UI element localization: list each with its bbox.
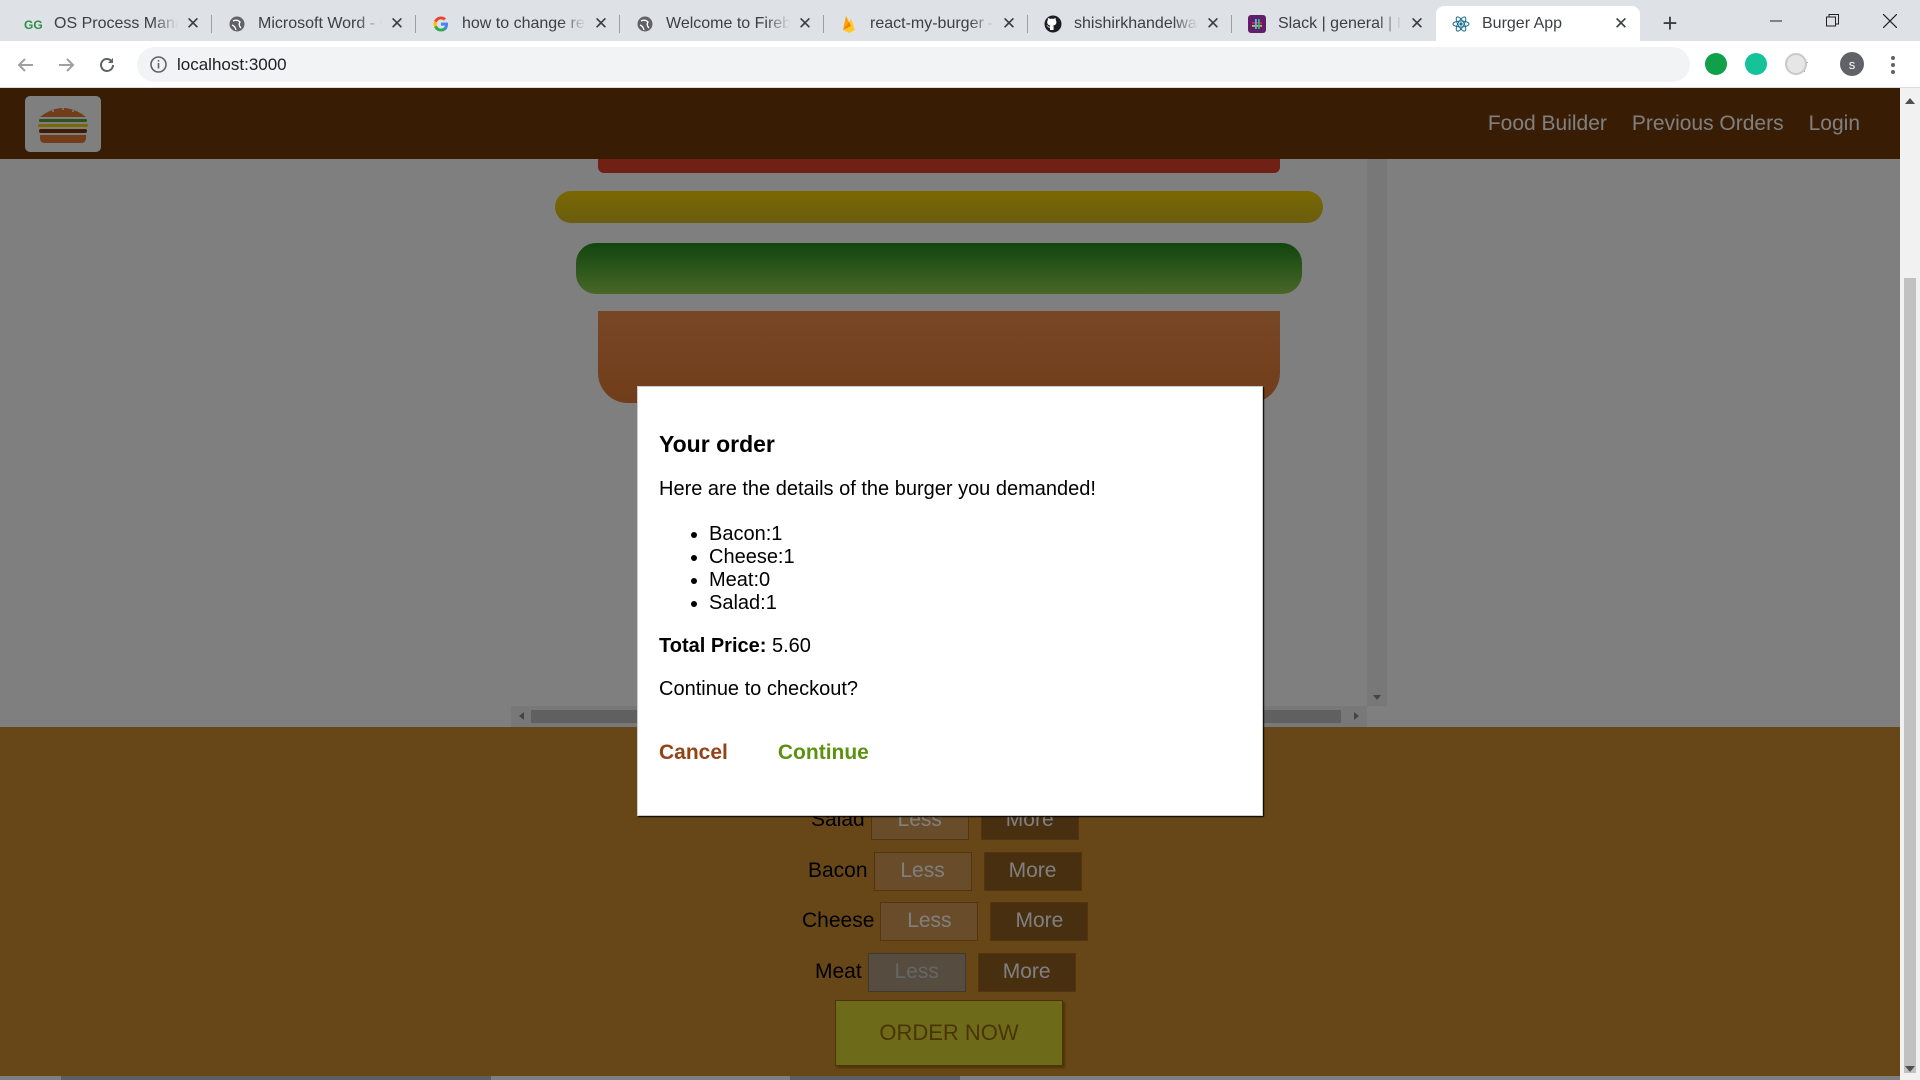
modal-actions: Cancel Continue xyxy=(659,741,1241,765)
forward-arrow-icon xyxy=(59,58,75,72)
react-icon xyxy=(1452,15,1470,33)
browser-menu-icon[interactable] xyxy=(1886,51,1900,79)
modal-intro: Here are the details of the burger you d… xyxy=(659,478,1096,500)
svg-text:GG: GG xyxy=(24,18,42,30)
tab-title: Microsoft Word - C xyxy=(258,14,382,32)
back-button[interactable] xyxy=(12,51,40,79)
browser-tab[interactable]: Welcome to Fireba ✕ xyxy=(620,6,824,41)
browser-tab[interactable]: Microsoft Word - C ✕ xyxy=(212,6,416,41)
total-price-value: 5.60 xyxy=(772,635,811,657)
cancel-button[interactable]: Cancel xyxy=(659,741,728,765)
tab-title: Slack | general | Int xyxy=(1278,14,1402,32)
browser-tab[interactable]: Slack | general | Int ✕ xyxy=(1232,6,1436,41)
info-icon[interactable] xyxy=(149,55,168,74)
browser-tab[interactable]: react-my-burger – ✕ xyxy=(824,6,1028,41)
url-text: localhost:3000 xyxy=(177,55,287,74)
close-tab-icon[interactable]: ✕ xyxy=(1204,14,1222,33)
globe-icon xyxy=(636,15,654,33)
close-tab-icon[interactable]: ✕ xyxy=(1612,14,1630,33)
tab-title: Burger App xyxy=(1482,14,1563,32)
checkout-question: Continue to checkout? xyxy=(659,678,859,700)
minimize-icon xyxy=(1770,20,1782,21)
restore-button[interactable] xyxy=(1804,0,1860,41)
back-arrow-icon xyxy=(17,58,33,72)
restore-icon xyxy=(1825,14,1839,27)
close-tab-icon[interactable]: ✕ xyxy=(1408,14,1426,33)
close-icon xyxy=(1883,13,1897,28)
browser-tab-active[interactable]: Burger App ✕ xyxy=(1436,6,1640,41)
browser-toolbar: localhost:3000 ☆ s xyxy=(0,41,1920,88)
total-price: Total Price: 5.60 xyxy=(659,635,1241,658)
globe-icon xyxy=(228,15,246,33)
address-bar[interactable]: localhost:3000 ☆ xyxy=(137,47,1810,82)
scrollbar-thumb[interactable] xyxy=(1904,278,1916,1073)
close-tab-icon[interactable]: ✕ xyxy=(184,14,202,33)
forward-button[interactable] xyxy=(52,51,80,79)
extension-green-icon[interactable] xyxy=(1705,53,1727,75)
tab-title: Welcome to Fireba xyxy=(666,14,790,32)
continue-button[interactable]: Continue xyxy=(778,741,869,765)
ingredient-item: Meat:0 xyxy=(709,569,1241,592)
scroll-down-arrow-icon[interactable] xyxy=(1905,1066,1915,1072)
ingredient-item: Cheese:1 xyxy=(709,546,1241,569)
profile-avatar[interactable]: s xyxy=(1840,52,1864,76)
tab-title: react-my-burger – xyxy=(870,14,994,32)
new-tab-button[interactable]: + xyxy=(1655,8,1685,38)
scroll-up-arrow-icon[interactable] xyxy=(1905,98,1915,104)
browser-tab[interactable]: how to change rep ✕ xyxy=(416,6,620,41)
tab-title: shishirkhandelwal2 xyxy=(1074,14,1198,32)
reload-icon xyxy=(100,58,114,72)
ingredient-item: Bacon:1 xyxy=(709,523,1241,546)
tab-strip: GG OS Process Manag ✕ Microsoft Word - C… xyxy=(0,0,1920,41)
close-tab-icon[interactable]: ✕ xyxy=(796,14,814,33)
ingredient-list: Bacon:1 Cheese:1 Meat:0 Salad:1 xyxy=(659,523,1241,615)
ingredient-item: Salad:1 xyxy=(709,592,1241,615)
grammarly-icon[interactable] xyxy=(1745,53,1767,75)
geeksforgeeks-icon: GG xyxy=(24,15,42,33)
github-icon xyxy=(1044,15,1062,33)
extension-gray-icon[interactable] xyxy=(1785,53,1807,75)
close-window-button[interactable] xyxy=(1862,0,1918,41)
tab-title: how to change rep xyxy=(462,14,586,32)
browser-tab[interactable]: shishirkhandelwal2 ✕ xyxy=(1028,6,1232,41)
page-vertical-scrollbar[interactable] xyxy=(1900,88,1920,1080)
firebase-icon xyxy=(840,15,858,33)
total-price-label: Total Price: xyxy=(659,635,767,657)
minimize-button[interactable] xyxy=(1748,0,1804,41)
browser-tab[interactable]: GG OS Process Manag ✕ xyxy=(8,6,212,41)
tab-title: OS Process Manag xyxy=(54,14,178,32)
modal-title: Your order xyxy=(659,431,775,457)
close-tab-icon[interactable]: ✕ xyxy=(592,14,610,33)
close-tab-icon[interactable]: ✕ xyxy=(388,14,406,33)
close-tab-icon[interactable]: ✕ xyxy=(1000,14,1018,33)
page-viewport: Food Builder Previous Orders Login Salad… xyxy=(0,88,1900,1080)
slack-icon xyxy=(1248,14,1266,33)
google-icon xyxy=(432,15,450,33)
reload-button[interactable] xyxy=(93,51,121,79)
order-summary-modal: Your order Here are the details of the b… xyxy=(637,386,1263,816)
